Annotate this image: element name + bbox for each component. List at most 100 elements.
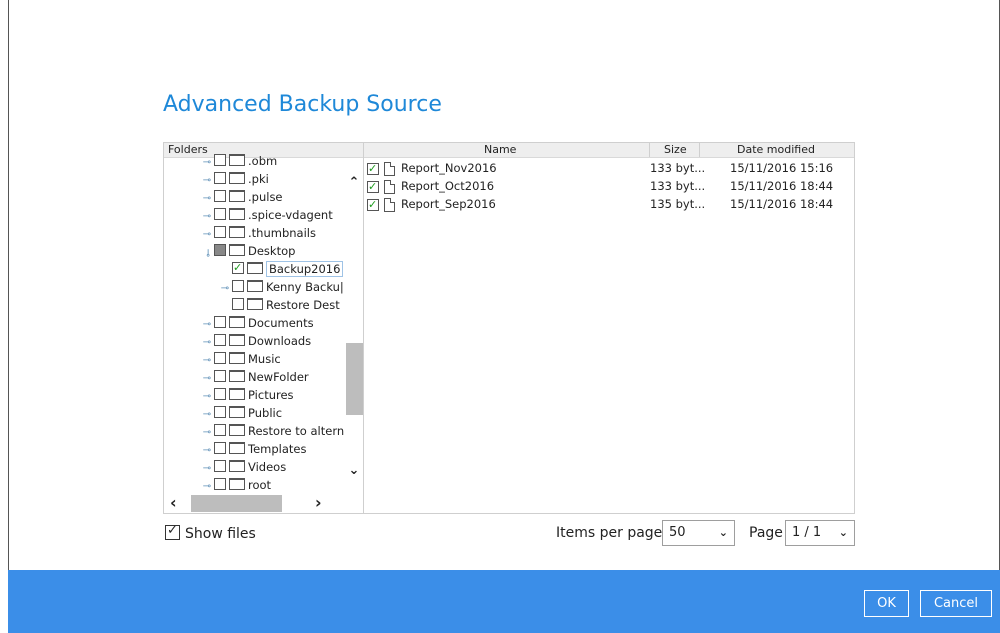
folder-icon xyxy=(247,298,263,310)
checkbox-icon[interactable] xyxy=(232,259,244,277)
tree-item[interactable]: ⊸ .thumbnails xyxy=(200,224,316,242)
column-divider[interactable] xyxy=(649,143,650,157)
checkbox-icon[interactable] xyxy=(232,280,244,292)
show-files-toggle[interactable]: Show files xyxy=(165,523,256,542)
checkbox-icon[interactable] xyxy=(214,370,226,382)
tree-item[interactable]: ⊸ NewFolder xyxy=(200,368,309,386)
column-header-size[interactable]: Size xyxy=(664,143,687,157)
file-icon xyxy=(384,162,395,176)
file-name: Report_Oct2016 xyxy=(401,179,495,193)
tree-item-label: Restore Dest xyxy=(266,298,340,312)
tree-item-label: Pictures xyxy=(248,388,294,402)
checkbox-icon[interactable] xyxy=(214,478,226,490)
tree-vscroll-thumb[interactable] xyxy=(346,343,363,415)
column-divider[interactable] xyxy=(699,143,700,157)
tree-item[interactable]: ⊸ Kenny Backu| xyxy=(218,278,344,296)
checkbox-icon[interactable] xyxy=(214,172,226,184)
browser-panel: Folders ⊸ .obm ⊸ .pki ⊸ .pulse ⊸ .spice-vdagent… xyxy=(163,142,855,514)
checkbox-icon[interactable] xyxy=(214,406,226,418)
chevron-down-icon[interactable]: ⌄ xyxy=(345,463,363,478)
checkbox-icon[interactable] xyxy=(367,178,379,195)
items-per-page-select[interactable]: 50 ⌄ xyxy=(662,520,735,546)
footer-bar xyxy=(8,570,1000,633)
checkbox-icon[interactable] xyxy=(214,352,226,364)
page-label: Page xyxy=(749,525,783,541)
tree-item-label: .obm xyxy=(248,154,278,168)
tree-item[interactable]: ⊸ .spice-vdagent xyxy=(200,206,333,224)
folder-icon xyxy=(229,442,245,454)
chevron-right-icon[interactable]: › xyxy=(315,493,322,512)
tree-item[interactable]: ⊸ .obm xyxy=(200,152,277,170)
tree-item-label: Downloads xyxy=(248,334,312,348)
file-row[interactable]: Report_Nov2016 133 byt... 15/11/2016 15:16 xyxy=(364,160,854,177)
tree-item[interactable]: ⊸ Downloads xyxy=(200,332,311,350)
tree-item-label: .pki xyxy=(248,172,269,186)
checkbox-icon[interactable] xyxy=(232,298,244,310)
chevron-left-icon[interactable]: ‹ xyxy=(170,493,177,512)
checkbox-icon[interactable] xyxy=(214,424,226,436)
checkbox-icon[interactable] xyxy=(165,523,180,540)
tree-item[interactable]: ⊸ Desktop xyxy=(200,242,295,260)
checkbox-icon[interactable] xyxy=(214,208,226,220)
checkbox-icon[interactable] xyxy=(367,196,379,213)
folder-icon xyxy=(229,154,245,166)
tree-item[interactable]: ⊸ Public xyxy=(200,404,282,422)
tree-item[interactable]: ⊸ Videos xyxy=(200,458,286,476)
tree-item-label: Public xyxy=(248,406,283,420)
tree-item-label: .thumbnails xyxy=(248,226,316,240)
checkbox-icon[interactable] xyxy=(214,190,226,202)
checkbox-icon[interactable] xyxy=(214,460,226,472)
file-row[interactable]: Report_Oct2016 133 byt... 15/11/2016 18:44 xyxy=(364,178,854,195)
tree-item[interactable]: ⊸ Documents xyxy=(200,314,314,332)
cancel-button[interactable]: Cancel xyxy=(920,590,992,617)
tree-item[interactable]: ⊸ root xyxy=(200,476,271,494)
page-select[interactable]: 1 / 1 ⌄ xyxy=(785,520,855,546)
tree-vertical-scrollbar[interactable]: ⌃ ⌄ xyxy=(345,157,363,497)
file-size: 133 byt... xyxy=(650,179,706,193)
chevron-down-icon: ⌄ xyxy=(718,526,728,539)
items-per-page-label: Items per page xyxy=(556,525,663,541)
tree-item-label: Music xyxy=(248,352,281,366)
tree-item[interactable]: ⊸ Restore to altern xyxy=(200,422,344,440)
folder-icon xyxy=(247,262,263,274)
tree-item-label: Videos xyxy=(248,460,287,474)
tree-item[interactable]: Backup2016 xyxy=(218,259,344,278)
tree-item[interactable]: ⊸ .pki xyxy=(200,170,269,188)
column-header-date[interactable]: Date modified xyxy=(737,143,815,157)
tree-item[interactable]: ⊸ Pictures xyxy=(200,386,294,404)
file-date-modified: 15/11/2016 18:44 xyxy=(730,197,834,211)
checkbox-icon[interactable] xyxy=(214,154,226,166)
folder-icon xyxy=(229,388,245,400)
tree-item[interactable]: ⊸ .pulse xyxy=(200,188,283,206)
tree-item[interactable]: Restore Dest xyxy=(218,296,340,314)
checkbox-icon[interactable] xyxy=(214,334,226,346)
tree-horizontal-scrollbar[interactable]: ‹ › xyxy=(164,493,345,512)
column-header-name[interactable]: Name xyxy=(484,143,516,157)
folder-icon xyxy=(229,190,245,202)
expand-icon[interactable]: ⊸ xyxy=(200,478,214,496)
dialog-heading: Advanced Backup Source xyxy=(163,92,442,117)
checkbox-icon[interactable] xyxy=(214,226,226,238)
chevron-up-icon[interactable]: ⌃ xyxy=(345,175,363,190)
file-name: Report_Nov2016 xyxy=(401,161,497,175)
tree-hscroll-thumb[interactable] xyxy=(191,495,282,512)
checkbox-icon[interactable] xyxy=(367,160,379,177)
checkbox-icon[interactable] xyxy=(214,442,226,454)
file-size: 133 byt... xyxy=(650,161,706,175)
checkbox-icon[interactable] xyxy=(214,388,226,400)
checkbox-icon[interactable] xyxy=(214,316,226,328)
file-row[interactable]: Report_Sep2016 135 byt... 15/11/2016 18:44 xyxy=(364,196,854,213)
tree-item[interactable]: ⊸ Music xyxy=(200,350,281,368)
tree-item[interactable]: ⊸ Templates xyxy=(200,440,306,458)
folder-icon xyxy=(229,244,245,256)
checkbox-icon[interactable] xyxy=(214,244,226,256)
show-files-label: Show files xyxy=(185,526,256,542)
folder-tree-pane: Folders ⊸ .obm ⊸ .pki ⊸ .pulse ⊸ .spice-vdagent… xyxy=(164,143,364,513)
tree-item-label: Kenny Backu| xyxy=(266,280,344,294)
ok-button[interactable]: OK xyxy=(864,590,909,617)
folder-icon xyxy=(229,478,245,490)
folder-icon xyxy=(229,226,245,238)
file-size: 135 byt... xyxy=(650,197,706,211)
tree-item-label: Restore to altern xyxy=(248,424,345,438)
page-value: 1 / 1 xyxy=(792,525,822,540)
